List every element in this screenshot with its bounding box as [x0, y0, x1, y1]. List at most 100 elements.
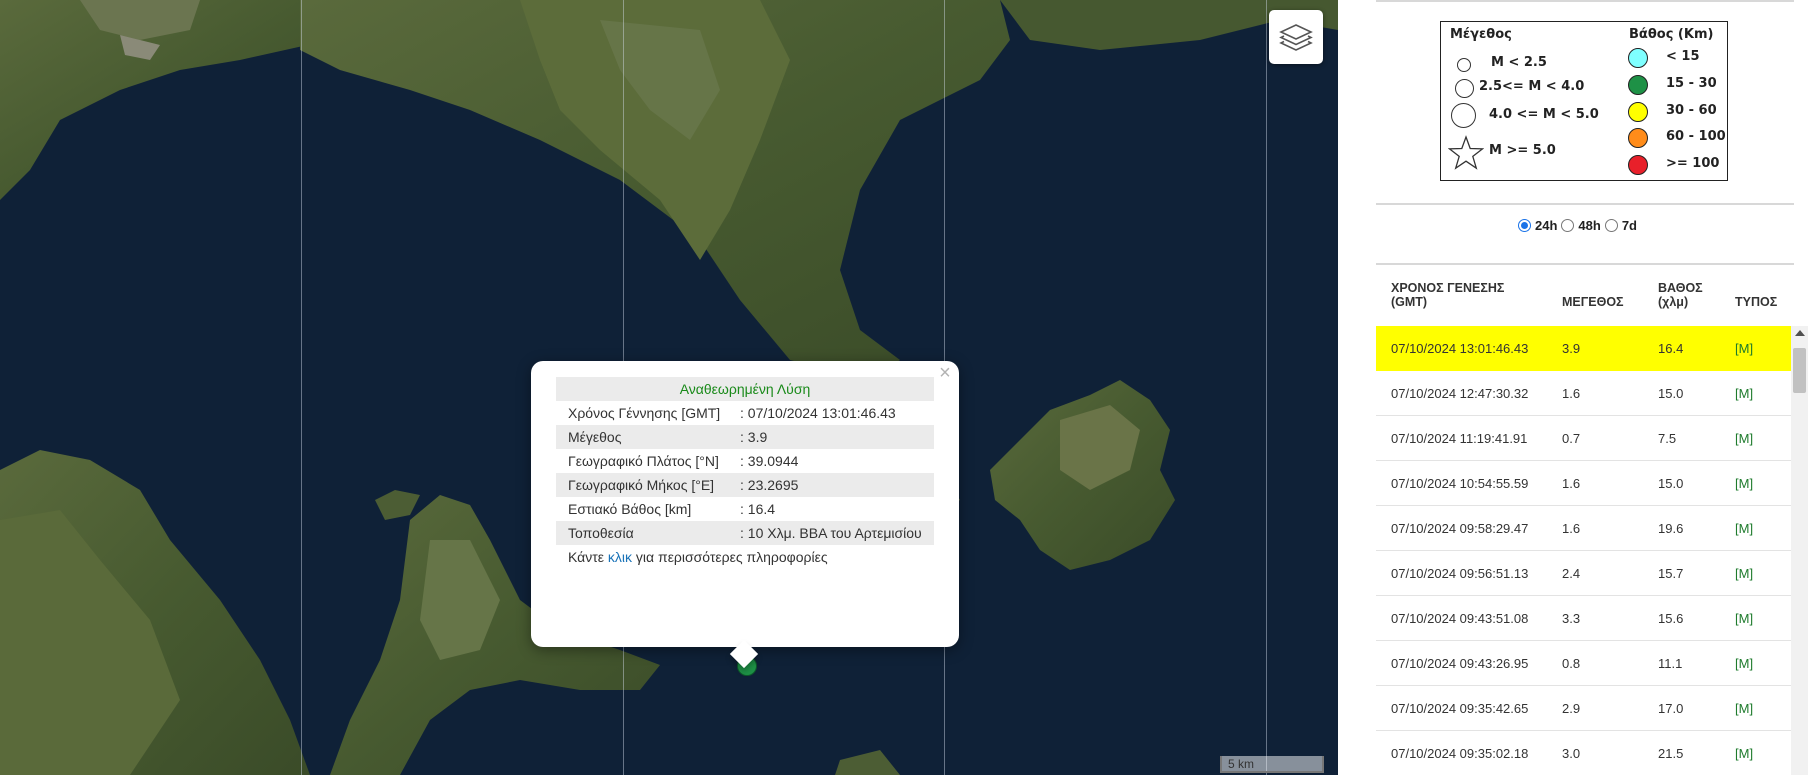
cell-type[interactable]: [M] — [1735, 386, 1753, 401]
detail-label: Γεωγραφικό Μήκος [°E] — [556, 473, 740, 497]
legend-depth-label: < 15 — [1666, 49, 1700, 64]
cell-magnitude: 1.6 — [1562, 476, 1581, 491]
divider — [1376, 0, 1794, 2]
legend-depth-label: 30 - 60 — [1666, 103, 1717, 118]
popup-close-button[interactable]: × — [935, 363, 955, 383]
detail-label: Χρόνος Γέννησης [GMT] — [568, 405, 721, 421]
table-row[interactable]: 07/10/2024 12:47:30.32 1.6 15.0 [M] — [1376, 371, 1794, 416]
table-row[interactable]: 07/10/2024 10:54:55.59 1.6 15.0 [M] — [1376, 461, 1794, 506]
detail-value: : 39.0944 — [740, 453, 799, 469]
depth-color-dot — [1628, 102, 1648, 122]
table-row[interactable]: 07/10/2024 13:01:46.43 3.9 16.4 [M] — [1376, 326, 1794, 371]
table-row[interactable]: 07/10/2024 09:58:29.47 1.6 19.6 [M] — [1376, 506, 1794, 551]
header-depth-line1: ΒΑΘΟΣ — [1658, 281, 1703, 295]
cell-depth: 15.7 — [1658, 566, 1684, 581]
magnitude-small-circle-icon — [1457, 58, 1471, 72]
time-option-24h[interactable]: 24h — [1518, 218, 1557, 233]
cell-type[interactable]: [M] — [1735, 656, 1753, 671]
detail-label: Τοποθεσία — [556, 521, 740, 545]
more-info-suffix: για περισσότερες πληροφορίες — [632, 549, 828, 565]
divider — [1376, 203, 1794, 205]
cell-magnitude: 2.4 — [1562, 566, 1581, 581]
header-type[interactable]: ΤΥΠΟΣ — [1735, 295, 1777, 309]
table-row[interactable]: 07/10/2024 09:35:02.18 3.0 21.5 [M] — [1376, 731, 1794, 775]
cell-type[interactable]: [M] — [1735, 521, 1753, 536]
map-scale-bar: 5 km — [1220, 756, 1324, 773]
scrollbar-thumb[interactable] — [1793, 348, 1806, 393]
radio-button[interactable] — [1518, 219, 1531, 232]
cell-magnitude: 0.7 — [1562, 431, 1581, 446]
cell-magnitude: 2.9 — [1562, 701, 1581, 716]
cell-time: 07/10/2024 09:35:02.18 — [1391, 746, 1529, 761]
cell-magnitude: 3.9 — [1562, 341, 1581, 356]
legend-magnitude-label: M >= 5.0 — [1489, 143, 1556, 158]
table-scrollbar[interactable] — [1791, 326, 1808, 775]
cell-depth: 7.5 — [1658, 431, 1677, 446]
map-view[interactable]: 5 km × Αναθεωρημένη Λύση Χρόνος Γέννησης… — [0, 0, 1338, 775]
detail-value: : 07/10/2024 13:01:46.43 — [740, 405, 896, 421]
time-range-filter: 24h 48h 7d — [1518, 218, 1641, 233]
graticule-line — [1266, 0, 1267, 775]
time-option-48h[interactable]: 48h — [1561, 218, 1601, 233]
layers-control-button[interactable] — [1269, 10, 1323, 64]
legend-depth-title: Βάθος (Km) — [1629, 27, 1714, 42]
detail-label: Γεωγραφικό Πλάτος [°N] — [568, 453, 719, 469]
cell-type[interactable]: [M] — [1735, 341, 1753, 356]
detail-value: : 10 Χλμ. ΒΒΑ του Αρτεμισίου — [740, 521, 934, 545]
cell-time: 07/10/2024 12:47:30.32 — [1391, 386, 1529, 401]
cell-time: 07/10/2024 13:01:46.43 — [1391, 341, 1529, 356]
more-info-prefix: Κάντε — [568, 549, 608, 565]
cell-time: 07/10/2024 11:19:41.91 — [1391, 431, 1528, 446]
event-details-table: Αναθεωρημένη Λύση Χρόνος Γέννησης [GMT]:… — [556, 377, 934, 569]
more-info-link[interactable]: κλικ — [608, 549, 632, 565]
cell-time: 07/10/2024 09:43:26.95 — [1391, 656, 1529, 671]
cell-magnitude: 0.8 — [1562, 656, 1581, 671]
time-option-7d[interactable]: 7d — [1604, 218, 1637, 233]
radio-button[interactable] — [1561, 219, 1575, 232]
header-time-line2: (GMT) — [1391, 295, 1428, 309]
depth-color-dot — [1628, 48, 1648, 68]
cell-type[interactable]: [M] — [1735, 431, 1753, 446]
table-row[interactable]: 07/10/2024 09:56:51.13 2.4 15.7 [M] — [1376, 551, 1794, 596]
cell-type[interactable]: [M] — [1735, 476, 1753, 491]
cell-depth: 15.6 — [1658, 611, 1684, 626]
cell-depth: 16.4 — [1658, 341, 1684, 356]
legend-depth-label: 15 - 30 — [1666, 76, 1717, 91]
cell-depth: 11.1 — [1658, 656, 1683, 671]
event-popup: × Αναθεωρημένη Λύση Χρόνος Γέννησης [GMT… — [531, 361, 959, 669]
table-row[interactable]: 07/10/2024 11:19:41.91 0.7 7.5 [M] — [1376, 416, 1794, 461]
radio-button[interactable] — [1604, 219, 1618, 232]
cell-depth: 17.0 — [1658, 701, 1684, 716]
legend-depth-label: 60 - 100 — [1666, 129, 1726, 144]
magnitude-large-circle-icon — [1451, 103, 1476, 128]
popup-title: Αναθεωρημένη Λύση — [556, 377, 934, 401]
detail-value: : 23.2695 — [740, 473, 934, 497]
cell-time: 07/10/2024 09:56:51.13 — [1391, 566, 1529, 581]
header-magnitude[interactable]: ΜΕΓΕΘΟΣ — [1562, 295, 1624, 309]
cell-time: 07/10/2024 09:43:51.08 — [1391, 611, 1529, 626]
cell-magnitude: 1.6 — [1562, 521, 1581, 536]
header-time[interactable]: ΧΡΟΝΟΣ ΓΕΝΕΣΗΣ (GMT) — [1391, 281, 1504, 309]
time-option-label: 7d — [1621, 218, 1637, 233]
cell-type[interactable]: [M] — [1735, 566, 1753, 581]
cell-depth: 21.5 — [1658, 746, 1684, 761]
divider — [1376, 263, 1794, 265]
table-row[interactable]: 07/10/2024 09:35:42.65 2.9 17.0 [M] — [1376, 686, 1794, 731]
events-table-body[interactable]: 07/10/2024 13:01:46.43 3.9 16.4 [M] 07/10/20… — [1376, 326, 1794, 775]
table-row[interactable]: 07/10/2024 09:43:51.08 3.3 15.6 [M] — [1376, 596, 1794, 641]
legend-magnitude-title: Μέγεθος — [1450, 27, 1512, 42]
header-time-line1: ΧΡΟΝΟΣ ΓΕΝΕΣΗΣ — [1391, 281, 1505, 295]
magnitude-star-icon — [1448, 135, 1484, 170]
detail-value: : 3.9 — [740, 425, 934, 449]
table-row[interactable]: 07/10/2024 09:43:26.95 0.8 11.1 [M] — [1376, 641, 1794, 686]
time-option-label: 24h — [1535, 218, 1558, 233]
cell-type[interactable]: [M] — [1735, 746, 1753, 761]
sidebar-panel: Μέγεθος Βάθος (Km) M < 2.5 2.5<= M < 4.0… — [1338, 0, 1816, 775]
cell-time: 07/10/2024 09:35:42.65 — [1391, 701, 1529, 716]
more-info-text: Κάντε κλικ για περισσότερες πληροφορίες — [556, 545, 934, 569]
cell-type[interactable]: [M] — [1735, 701, 1753, 716]
depth-color-dot — [1628, 75, 1648, 95]
cell-type[interactable]: [M] — [1735, 611, 1753, 626]
scroll-up-arrow-icon[interactable] — [1795, 330, 1805, 336]
header-depth[interactable]: ΒΑΘΟΣ (χλμ) — [1658, 281, 1703, 309]
